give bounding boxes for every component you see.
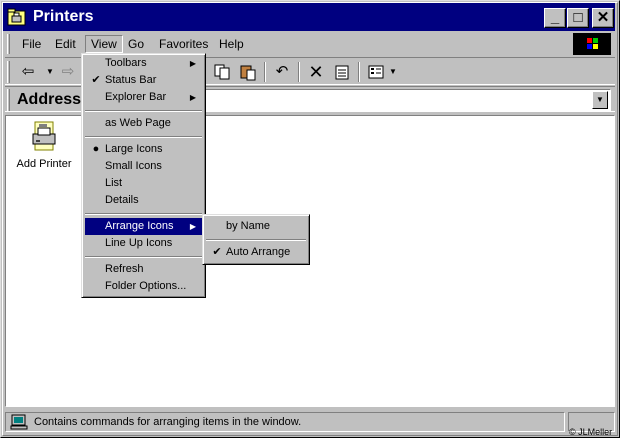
menu-separator xyxy=(85,213,202,215)
forward-arrow-icon[interactable]: ⇨ xyxy=(57,61,79,83)
toolbar-separator xyxy=(298,62,300,82)
menu-view[interactable]: View xyxy=(85,35,123,53)
view-menu-item-as-web-page[interactable]: as Web Page xyxy=(85,115,202,132)
arrange-item-auto-arrange[interactable]: ✔ Auto Arrange xyxy=(206,244,306,261)
menu-item-label: Explorer Bar xyxy=(105,91,167,103)
menu-separator xyxy=(85,256,202,258)
menu-item-label: as Web Page xyxy=(105,117,171,129)
credit-text: © JLMeller xyxy=(569,427,613,437)
view-menu-item-list[interactable]: List xyxy=(85,175,202,192)
menu-item-label: Large Icons xyxy=(105,143,163,155)
view-menu-item-line-up-icons[interactable]: Line Up Icons xyxy=(85,235,202,252)
view-menu-item-refresh[interactable]: Refresh xyxy=(85,261,202,278)
windows-logo-icon xyxy=(573,33,611,55)
view-menu-dropdown: Toolbars ▶ ✔ Status Bar Explorer Bar ▶ a… xyxy=(81,53,206,298)
menu-file[interactable]: File xyxy=(17,35,46,53)
submenu-arrow-icon: ▶ xyxy=(189,59,196,68)
undo-icon[interactable]: ↶ xyxy=(271,61,293,83)
radio-dot-icon: ● xyxy=(92,143,100,155)
menu-item-label: Toolbars xyxy=(105,57,147,69)
back-arrow-icon[interactable]: ⇦ xyxy=(17,61,39,83)
title-bar[interactable]: Printers _ □ ✕ xyxy=(3,3,615,31)
menu-separator xyxy=(85,136,202,138)
menu-bar: File Edit View Go Favorites Help xyxy=(5,33,615,55)
window-title: Printers xyxy=(33,8,94,25)
menu-item-label: Folder Options... xyxy=(105,280,187,292)
view-menu-item-toolbars[interactable]: Toolbars ▶ xyxy=(85,55,202,72)
check-icon: ✔ xyxy=(91,74,101,86)
view-menu-item-small-icons[interactable]: Small Icons xyxy=(85,158,202,175)
menu-separator xyxy=(206,239,306,241)
add-printer-item[interactable]: Add Printer xyxy=(14,120,74,176)
menu-help[interactable]: Help xyxy=(214,35,249,53)
submenu-arrow-icon: ▶ xyxy=(189,222,196,231)
menu-favorites[interactable]: Favorites xyxy=(154,35,213,53)
menu-item-label: by Name xyxy=(226,220,271,232)
menu-edit[interactable]: Edit xyxy=(50,35,81,53)
paste-icon[interactable] xyxy=(237,61,259,83)
add-printer-label: Add Printer xyxy=(16,158,72,170)
menu-separator xyxy=(85,110,202,112)
view-menu-item-folder-options[interactable]: Folder Options... xyxy=(85,278,202,295)
status-text: Contains commands for arranging items in… xyxy=(34,416,302,428)
view-menu-item-details[interactable]: Details xyxy=(85,192,202,209)
views-dropdown-icon[interactable]: ▼ xyxy=(387,61,399,83)
menu-item-label: List xyxy=(105,177,123,189)
arrange-item-by-name[interactable]: by Name xyxy=(206,218,306,235)
menu-go[interactable]: Go xyxy=(123,35,149,53)
view-menu-item-status-bar[interactable]: ✔ Status Bar xyxy=(85,72,202,89)
menu-item-label: Small Icons xyxy=(105,160,162,172)
view-menu-item-arrange-icons[interactable]: Arrange Icons ▶ xyxy=(85,218,202,235)
address-dropdown-button[interactable]: ▼ xyxy=(592,91,608,109)
check-icon: ✔ xyxy=(212,246,222,258)
address-bar-grip[interactable] xyxy=(7,89,10,111)
address-label: Address xyxy=(17,91,82,108)
delete-icon[interactable]: ✕ xyxy=(305,61,327,83)
views-icon[interactable] xyxy=(365,61,387,83)
menu-item-label: Refresh xyxy=(105,263,144,275)
menu-item-label: Auto Arrange xyxy=(226,246,291,258)
arrange-icons-submenu: by Name ✔ Auto Arrange xyxy=(202,214,310,265)
computer-icon xyxy=(10,414,28,430)
toolbar-grip[interactable] xyxy=(7,61,10,83)
menu-item-label: Line Up Icons xyxy=(105,237,173,249)
menu-item-label: Details xyxy=(105,194,139,206)
status-bar: Contains commands for arranging items in… xyxy=(5,410,615,434)
printers-folder-icon xyxy=(7,8,26,26)
menu-bar-grip[interactable] xyxy=(7,34,10,54)
copy-icon[interactable] xyxy=(211,61,233,83)
toolbar-separator xyxy=(264,62,266,82)
menu-item-label: Arrange Icons xyxy=(105,220,174,232)
view-menu-item-explorer-bar[interactable]: Explorer Bar ▶ xyxy=(85,89,202,106)
submenu-arrow-icon: ▶ xyxy=(189,93,196,102)
minimize-button[interactable]: _ xyxy=(544,8,566,28)
menu-item-label: Status Bar xyxy=(105,74,157,86)
status-pane: Contains commands for arranging items in… xyxy=(5,412,565,432)
view-menu-item-large-icons[interactable]: ● Large Icons xyxy=(85,141,202,158)
maximize-button[interactable]: □ xyxy=(567,8,589,28)
properties-icon[interactable] xyxy=(331,61,353,83)
printer-icon xyxy=(32,121,56,151)
close-button[interactable]: ✕ xyxy=(592,8,614,28)
toolbar-separator xyxy=(358,62,360,82)
